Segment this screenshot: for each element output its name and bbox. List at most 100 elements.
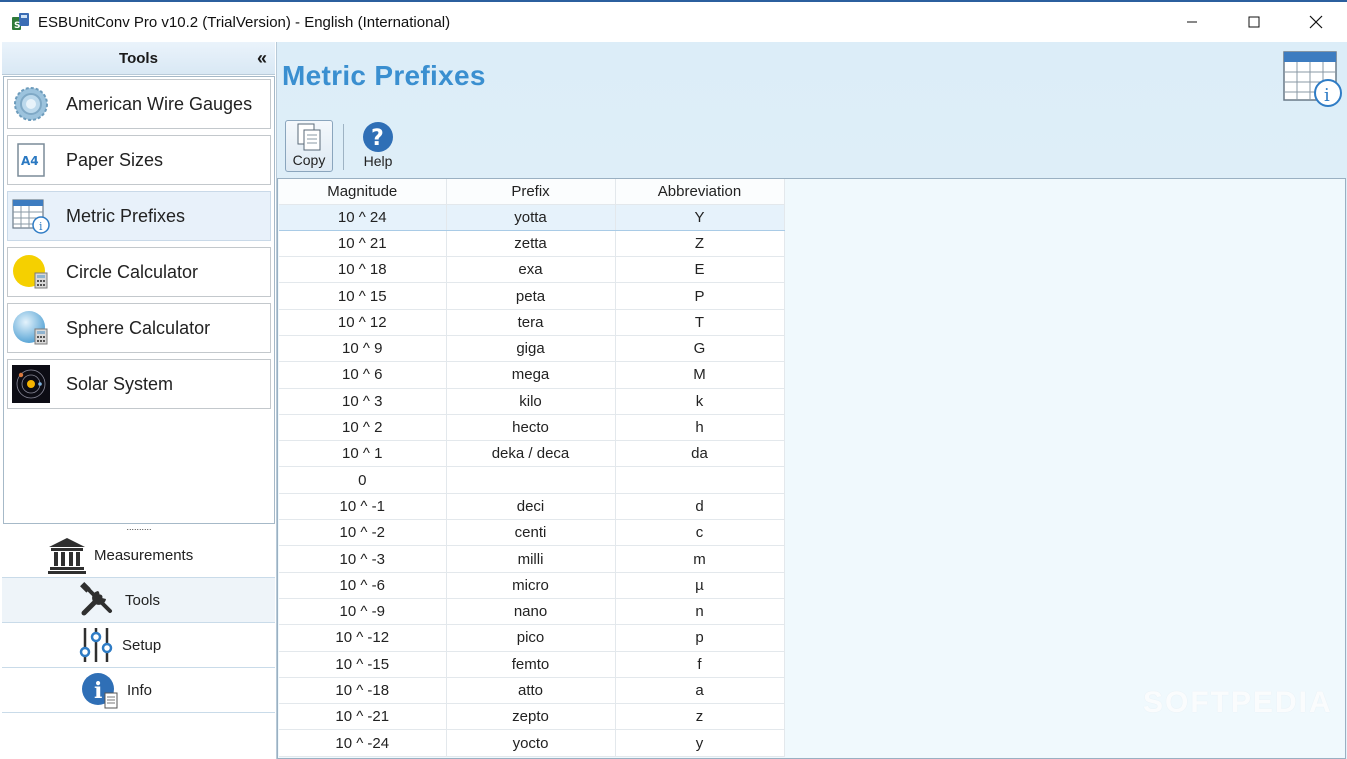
- magnitude-cell[interactable]: 10 ^ 12: [279, 309, 447, 336]
- abbreviation-cell[interactable]: da: [615, 440, 785, 468]
- table-row[interactable]: 10 ^ 18 exa E: [279, 256, 785, 284]
- abbreviation-cell[interactable]: µ: [615, 572, 785, 599]
- nav-measurements[interactable]: Measurements: [2, 533, 275, 578]
- abbreviation-cell[interactable]: [615, 466, 785, 494]
- table-row[interactable]: 10 ^ 3 kilo k: [279, 388, 785, 415]
- tool-item-circle-calculator[interactable]: Circle Calculator: [7, 247, 271, 297]
- abbreviation-cell[interactable]: G: [615, 335, 785, 363]
- table-row[interactable]: 10 ^ -15 femto f: [279, 651, 785, 678]
- table-row[interactable]: 10 ^ -6 micro µ: [279, 572, 785, 599]
- copy-button[interactable]: Copy: [285, 120, 333, 172]
- table-row[interactable]: 10 ^ -21 zepto z: [279, 703, 785, 731]
- prefix-cell[interactable]: yocto: [446, 729, 616, 757]
- splitter-grip[interactable]: ..........: [3, 523, 275, 533]
- magnitude-cell[interactable]: 10 ^ -3: [279, 545, 447, 573]
- abbreviation-cell[interactable]: T: [615, 309, 785, 336]
- table-row[interactable]: 10 ^ -24 yocto y: [279, 729, 785, 757]
- table-row[interactable]: 10 ^ 21 zetta Z: [279, 230, 785, 258]
- magnitude-cell[interactable]: 10 ^ 9: [279, 335, 447, 363]
- magnitude-cell[interactable]: 10 ^ -9: [279, 598, 447, 626]
- table-row[interactable]: 10 ^ 2 hecto h: [279, 414, 785, 442]
- table-row[interactable]: 10 ^ 12 tera T: [279, 309, 785, 336]
- magnitude-cell[interactable]: 10 ^ 3: [279, 388, 447, 415]
- prefix-cell[interactable]: [446, 466, 616, 494]
- abbreviation-cell[interactable]: h: [615, 414, 785, 442]
- magnitude-cell[interactable]: 10 ^ 21: [279, 230, 447, 258]
- prefix-cell[interactable]: atto: [446, 677, 616, 705]
- tool-item-american-wire-gauges[interactable]: American Wire Gauges: [7, 79, 271, 129]
- abbreviation-cell[interactable]: Z: [615, 230, 785, 258]
- magnitude-cell[interactable]: 10 ^ 1: [279, 440, 447, 468]
- abbreviation-cell[interactable]: a: [615, 677, 785, 705]
- prefix-cell[interactable]: mega: [446, 361, 616, 389]
- abbreviation-cell[interactable]: m: [615, 545, 785, 573]
- magnitude-cell[interactable]: 10 ^ -24: [279, 729, 447, 757]
- prefix-cell[interactable]: yotta: [446, 203, 616, 231]
- abbreviation-cell[interactable]: P: [615, 282, 785, 310]
- magnitude-cell[interactable]: 10 ^ -2: [279, 519, 447, 547]
- table-row[interactable]: 0: [279, 466, 785, 494]
- table-row[interactable]: 10 ^ -3 milli m: [279, 545, 785, 573]
- magnitude-cell[interactable]: 10 ^ -15: [279, 651, 447, 678]
- prefix-cell[interactable]: centi: [446, 519, 616, 547]
- prefix-cell[interactable]: hecto: [446, 414, 616, 442]
- magnitude-cell[interactable]: 10 ^ -21: [279, 703, 447, 731]
- table-row[interactable]: 10 ^ 1 deka / deca da: [279, 440, 785, 468]
- magnitude-cell[interactable]: 10 ^ -12: [279, 624, 447, 652]
- prefix-cell[interactable]: tera: [446, 309, 616, 336]
- magnitude-cell[interactable]: 10 ^ 2: [279, 414, 447, 442]
- table-row[interactable]: 10 ^ -9 nano n: [279, 598, 785, 626]
- table-row[interactable]: 10 ^ 6 mega M: [279, 361, 785, 389]
- prefix-cell[interactable]: femto: [446, 651, 616, 678]
- abbreviation-cell[interactable]: z: [615, 703, 785, 731]
- prefix-cell[interactable]: nano: [446, 598, 616, 626]
- prefix-cell[interactable]: peta: [446, 282, 616, 310]
- abbreviation-cell[interactable]: k: [615, 388, 785, 415]
- column-header-magnitude[interactable]: Magnitude: [279, 179, 447, 205]
- column-header-abbreviation[interactable]: Abbreviation: [615, 179, 785, 205]
- prefix-cell[interactable]: zepto: [446, 703, 616, 731]
- magnitude-cell[interactable]: 0: [279, 466, 447, 494]
- prefix-cell[interactable]: milli: [446, 545, 616, 573]
- prefix-cell[interactable]: deci: [446, 493, 616, 521]
- prefix-cell[interactable]: zetta: [446, 230, 616, 258]
- magnitude-cell[interactable]: 10 ^ 18: [279, 256, 447, 284]
- close-button[interactable]: [1285, 2, 1347, 42]
- prefix-cell[interactable]: kilo: [446, 388, 616, 415]
- nav-info[interactable]: i Info: [2, 668, 275, 713]
- magnitude-cell[interactable]: 10 ^ 6: [279, 361, 447, 389]
- abbreviation-cell[interactable]: p: [615, 624, 785, 652]
- column-header-prefix[interactable]: Prefix: [446, 179, 616, 205]
- abbreviation-cell[interactable]: c: [615, 519, 785, 547]
- table-row[interactable]: 10 ^ -1 deci d: [279, 493, 785, 521]
- abbreviation-cell[interactable]: y: [615, 729, 785, 757]
- tool-item-solar-system[interactable]: Solar System: [7, 359, 271, 409]
- maximize-button[interactable]: [1223, 2, 1285, 42]
- abbreviation-cell[interactable]: E: [615, 256, 785, 284]
- tool-item-sphere-calculator[interactable]: Sphere Calculator: [7, 303, 271, 353]
- prefix-cell[interactable]: pico: [446, 624, 616, 652]
- collapse-sidebar-button[interactable]: «: [257, 48, 267, 69]
- magnitude-cell[interactable]: 10 ^ 15: [279, 282, 447, 310]
- help-button[interactable]: ? Help: [354, 120, 402, 172]
- table-row[interactable]: 10 ^ -18 atto a: [279, 677, 785, 705]
- table-row[interactable]: 10 ^ 24 yotta Y: [279, 203, 785, 231]
- nav-tools[interactable]: Tools: [2, 578, 275, 623]
- abbreviation-cell[interactable]: M: [615, 361, 785, 389]
- minimize-button[interactable]: [1161, 2, 1223, 42]
- nav-setup[interactable]: Setup: [2, 623, 275, 668]
- magnitude-cell[interactable]: 10 ^ -18: [279, 677, 447, 705]
- table-row[interactable]: 10 ^ -2 centi c: [279, 519, 785, 547]
- magnitude-cell[interactable]: 10 ^ -1: [279, 493, 447, 521]
- prefix-cell[interactable]: deka / deca: [446, 440, 616, 468]
- table-row[interactable]: 10 ^ 9 giga G: [279, 335, 785, 363]
- table-row[interactable]: 10 ^ -12 pico p: [279, 624, 785, 652]
- prefix-cell[interactable]: micro: [446, 572, 616, 599]
- abbreviation-cell[interactable]: n: [615, 598, 785, 626]
- abbreviation-cell[interactable]: Y: [615, 203, 785, 231]
- tool-item-paper-sizes[interactable]: A4 Paper Sizes: [7, 135, 271, 185]
- table-row[interactable]: 10 ^ 15 peta P: [279, 282, 785, 310]
- tool-item-metric-prefixes[interactable]: i Metric Prefixes: [7, 191, 271, 241]
- abbreviation-cell[interactable]: d: [615, 493, 785, 521]
- prefix-cell[interactable]: giga: [446, 335, 616, 363]
